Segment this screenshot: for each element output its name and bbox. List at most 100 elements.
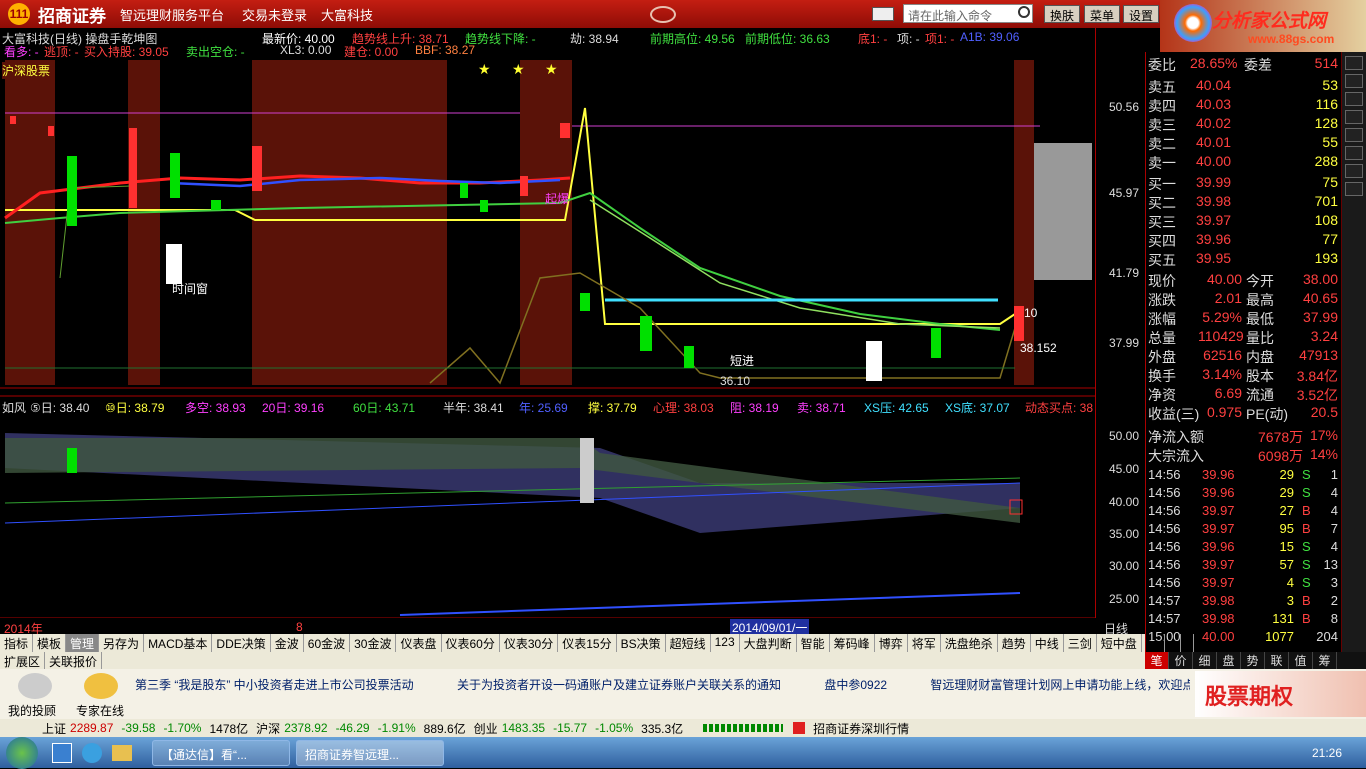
tick-price: 39.97 — [1202, 521, 1235, 536]
ext-tab[interactable]: 扩展区 — [0, 652, 46, 669]
right-tab[interactable]: 细 — [1193, 652, 1217, 669]
expert-avatar-icon[interactable] — [84, 673, 118, 699]
right-tab[interactable]: 势 — [1241, 652, 1265, 669]
zoom-icon[interactable] — [1345, 146, 1363, 160]
tab-item[interactable]: 指标 — [0, 634, 34, 652]
tick-volume: 57 — [1279, 557, 1294, 572]
grid-icon[interactable] — [1345, 110, 1363, 124]
sub-name: 如风 — [2, 401, 27, 415]
flow-label: 大宗流入 — [1148, 448, 1204, 464]
tick-volume: 95 — [1279, 521, 1294, 536]
stat-value: 40.00 — [1206, 271, 1242, 287]
tab-item[interactable]: 另存为 — [99, 634, 145, 652]
rsi-icon[interactable] — [1345, 164, 1363, 178]
stat-value: 3.84亿 — [1296, 368, 1338, 384]
kline-icon[interactable] — [1345, 92, 1363, 106]
expert-online-label[interactable]: 专家在线 — [76, 702, 124, 719]
tab-item[interactable]: 大盘判断 — [740, 634, 797, 652]
tab-item[interactable]: 超短线 — [666, 634, 711, 652]
keyboard-icon[interactable] — [872, 7, 894, 21]
options-banner[interactable]: 股票期权 — [1195, 671, 1366, 717]
tab-item[interactable]: 筹码峰 — [830, 634, 875, 652]
login-status[interactable]: 交易未登录 — [242, 5, 307, 24]
xl3-value: XL3: 0.00 — [280, 43, 332, 57]
tab-item[interactable]: 博弈 — [875, 634, 908, 652]
start-button-icon[interactable] — [6, 736, 38, 769]
stat-row: 总量 110429 量比 3.24 — [1146, 327, 1342, 346]
show-desktop-icon[interactable] — [52, 742, 72, 763]
x-axis-month: 8 — [296, 620, 303, 634]
tick-side: B — [1302, 611, 1311, 626]
tab-item[interactable]: 仪表30分 — [500, 634, 559, 652]
tab-item[interactable]: 洗盘绝杀 — [941, 634, 998, 652]
tab-item[interactable]: 30金波 — [350, 634, 397, 652]
jie-value: 劫: 38.94 — [570, 32, 619, 46]
adviser-avatar-icon[interactable] — [18, 673, 52, 699]
scale-label: 41.79 — [1108, 266, 1139, 280]
draw-icon[interactable] — [1345, 182, 1363, 196]
ext-tab[interactable]: 关联报价 — [45, 652, 103, 669]
right-tab[interactable]: 价 — [1169, 652, 1193, 669]
skin-button[interactable]: 换肤 — [1044, 5, 1081, 23]
tab-item[interactable]: MACD基本 — [144, 634, 213, 652]
right-tab[interactable]: 联 — [1265, 652, 1289, 669]
command-input[interactable]: 请在此输入命令 — [903, 4, 1033, 23]
tab-item[interactable]: 管理 — [66, 634, 100, 652]
my-adviser-label[interactable]: 我的投顾 — [8, 702, 56, 719]
tab-item[interactable]: 模板 — [33, 634, 67, 652]
tab-item[interactable]: 60金波 — [304, 634, 351, 652]
stat-label: 现价 — [1148, 273, 1176, 289]
news-item[interactable]: 第三季 “我是股东” 中小投资者走进上市公司投票活动 — [135, 678, 414, 692]
gear-icon[interactable] — [650, 6, 676, 23]
tab-item[interactable]: 智能 — [797, 634, 830, 652]
cy-amount: 335.3亿 — [641, 721, 684, 736]
tab-item[interactable]: DDE决策 — [212, 634, 271, 652]
tab-item[interactable]: BS决策 — [617, 634, 666, 652]
stat-label: 涨幅 — [1148, 311, 1176, 327]
tab-item[interactable]: 金波 — [271, 634, 304, 652]
stat-value: 2.01 — [1214, 290, 1242, 306]
tab-item[interactable]: + — [1165, 634, 1181, 652]
tick-price: 39.98 — [1202, 611, 1235, 626]
ie-icon[interactable] — [82, 742, 102, 763]
news-ticker[interactable]: 第三季 “我是股东” 中小投资者走进上市公司投票活动 关于为投资者开设一码通账户… — [135, 676, 1190, 693]
news-item[interactable]: 关于为投资者开设一码通账户及建立证券账户关联关系的通知 — [457, 678, 781, 692]
ad-logo[interactable]: 分析家公式网 www.88gs.com — [1160, 0, 1366, 52]
right-tab[interactable]: 盘 — [1217, 652, 1241, 669]
settings-button[interactable]: 设置 — [1123, 5, 1160, 23]
f10-icon[interactable] — [1345, 128, 1363, 142]
tab-item[interactable]: 中线 — [1031, 634, 1064, 652]
tick-price: 39.98 — [1202, 593, 1235, 608]
clock[interactable]: 21:26 — [1312, 746, 1342, 760]
level-volume: 288 — [1314, 153, 1338, 169]
tab-item[interactable]: 仪表60分 — [442, 634, 500, 652]
right-tab[interactable]: 笔 — [1145, 652, 1169, 669]
tick-row: 14:56 39.97 95 B 7 — [1146, 520, 1342, 539]
list-icon[interactable] — [1345, 56, 1363, 70]
search-icon[interactable] — [1018, 6, 1030, 18]
tab-item[interactable]: >> — [1142, 634, 1165, 652]
alert-icon[interactable] — [793, 722, 806, 734]
right-tab[interactable]: 筹 — [1313, 652, 1337, 669]
task-zhaoshang[interactable]: 招商证券智远理... — [296, 739, 444, 766]
task-tdx[interactable]: 【通达信】看“... — [152, 739, 290, 766]
tab-item[interactable]: 123 — [711, 634, 740, 652]
kline-chart[interactable]: ★ ★ ★ — [0, 28, 1095, 619]
tab-item[interactable]: 将军 — [908, 634, 941, 652]
tab-item[interactable]: 趋势 — [998, 634, 1031, 652]
tab-item[interactable]: 三剑 — [1064, 634, 1097, 652]
tab-item[interactable]: 短中盘 — [1097, 634, 1142, 652]
sh-label: 上证 — [42, 721, 67, 736]
folder-icon[interactable] — [112, 744, 132, 761]
tab-item[interactable]: 仪表盘 — [396, 634, 442, 652]
news-item[interactable]: 盘中参0922 — [824, 678, 887, 692]
tab-item[interactable]: - — [1181, 634, 1194, 652]
level-volume: 116 — [1315, 96, 1338, 112]
level-label: 买二 — [1148, 195, 1176, 211]
tick-time: 14:56 — [1148, 539, 1181, 554]
tab-item[interactable]: 仪表15分 — [558, 634, 617, 652]
news-item[interactable]: 智远理财财富管理计划网上申请功能上线，欢迎点击 — [930, 678, 1190, 692]
chart-icon[interactable] — [1345, 74, 1363, 88]
right-tab[interactable]: 值 — [1289, 652, 1313, 669]
menu-button[interactable]: 菜单 — [1084, 5, 1121, 23]
